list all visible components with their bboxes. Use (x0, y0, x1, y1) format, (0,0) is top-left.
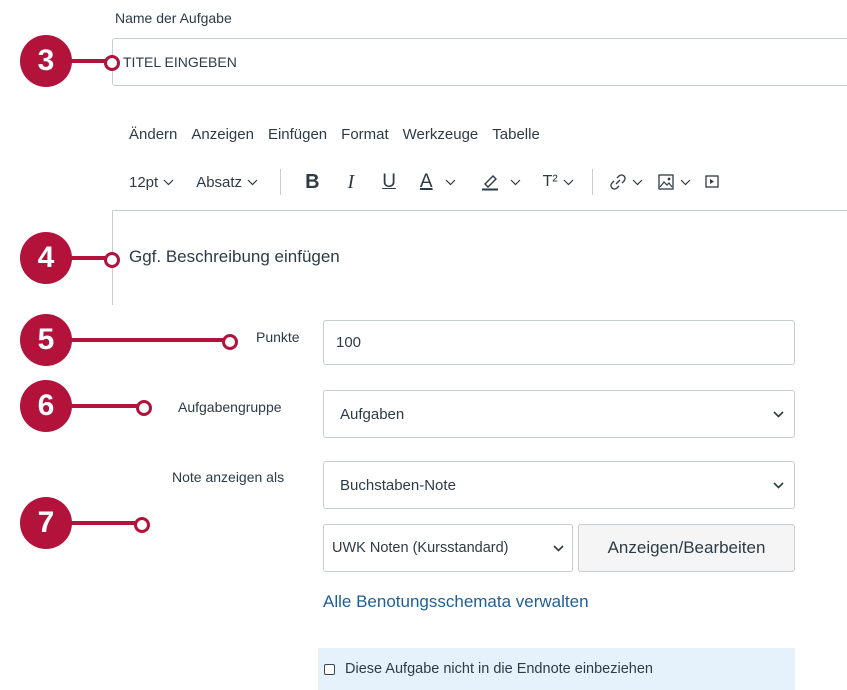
points-value: 100 (336, 334, 362, 351)
chevron-down-icon (563, 179, 574, 185)
highlight-button[interactable] (480, 173, 521, 191)
callout-badge: 3 (20, 35, 72, 87)
callout-badge: 6 (20, 380, 72, 432)
menu-insert[interactable]: Einfügen (268, 126, 327, 143)
callout-badge: 5 (20, 314, 72, 366)
editor-toolbar: 12pt Absatz B I U A T² (129, 168, 721, 196)
menu-format[interactable]: Format (341, 126, 389, 143)
task-name-label: Name der Aufgabe (115, 10, 232, 26)
manage-grading-schemes-link[interactable]: Alle Benotungsschemata verwalten (323, 592, 589, 612)
menu-tools[interactable]: Werkzeuge (403, 126, 479, 143)
image-button[interactable] (657, 173, 691, 191)
callout-line (70, 404, 142, 408)
task-name-value: TITEL EINGEBEN (123, 54, 237, 70)
image-icon (658, 174, 674, 190)
bold-button[interactable]: B (305, 171, 319, 194)
chevron-down-icon (632, 179, 643, 185)
media-button[interactable] (705, 173, 721, 191)
chevron-down-icon (445, 179, 456, 185)
text-color-button[interactable]: A (420, 171, 456, 193)
toolbar-divider (280, 169, 282, 195)
callout-dot (222, 334, 238, 350)
points-input[interactable]: 100 (323, 320, 795, 365)
menu-table[interactable]: Tabelle (492, 126, 540, 143)
group-select[interactable]: Aufgaben (323, 390, 795, 438)
callout-line (70, 521, 140, 525)
points-label: Punkte (256, 329, 300, 345)
editor-menubar: Ändern Anzeigen Einfügen Format Werkzeug… (129, 126, 540, 143)
editor-content-area[interactable]: Ggf. Beschreibung einfügen (112, 210, 847, 305)
paragraph-value: Absatz (196, 173, 243, 191)
underline-button[interactable]: U (382, 171, 396, 193)
text-color-icon: A (419, 171, 433, 192)
link-button[interactable] (609, 173, 643, 191)
link-icon (610, 174, 626, 190)
font-size-value: 12pt (129, 173, 159, 191)
superscript-icon: T² (542, 173, 558, 190)
callout-dot (104, 252, 120, 268)
paragraph-select[interactable]: Absatz (196, 174, 258, 191)
group-label: Aufgabengruppe (178, 399, 282, 415)
editor-content-text: Ggf. Beschreibung einfügen (129, 247, 340, 266)
exclude-final-label: Diese Aufgabe nicht in die Endnote einbe… (345, 661, 653, 677)
grading-scheme-value: UWK Noten (Kursstandard) (332, 540, 509, 556)
chevron-down-icon (773, 410, 784, 418)
callout-dot (104, 55, 120, 71)
view-edit-button[interactable]: Anzeigen/Bearbeiten (578, 524, 795, 572)
callout-badge: 7 (20, 497, 72, 549)
chevron-down-icon (680, 179, 691, 185)
callout-dot (134, 517, 150, 533)
exclude-final-row: Diese Aufgabe nicht in die Endnote einbe… (318, 648, 795, 690)
chevron-down-icon (510, 179, 521, 185)
chevron-down-icon (553, 544, 564, 552)
callout-badge: 4 (20, 232, 72, 284)
font-size-select[interactable]: 12pt (129, 174, 174, 191)
chevron-down-icon (163, 179, 174, 185)
grade-display-select[interactable]: Buchstaben-Note (323, 461, 795, 509)
superscript-button[interactable]: T² (543, 173, 574, 191)
grade-display-label: Note anzeigen als (172, 469, 285, 485)
callout-dot (136, 400, 152, 416)
media-icon (705, 175, 719, 188)
task-name-input[interactable]: TITEL EINGEBEN (112, 38, 847, 86)
callout-line (70, 338, 230, 342)
grading-scheme-select[interactable]: UWK Noten (Kursstandard) (323, 524, 573, 572)
grade-display-value: Buchstaben-Note (340, 476, 456, 494)
toolbar-divider (591, 169, 593, 195)
menu-edit[interactable]: Ändern (129, 126, 177, 143)
exclude-final-checkbox[interactable] (324, 663, 335, 675)
italic-button[interactable]: I (348, 171, 355, 194)
group-value: Aufgaben (340, 405, 405, 423)
highlighter-icon (481, 175, 498, 191)
chevron-down-icon (247, 179, 258, 185)
chevron-down-icon (773, 481, 784, 489)
menu-view[interactable]: Anzeigen (191, 126, 254, 143)
